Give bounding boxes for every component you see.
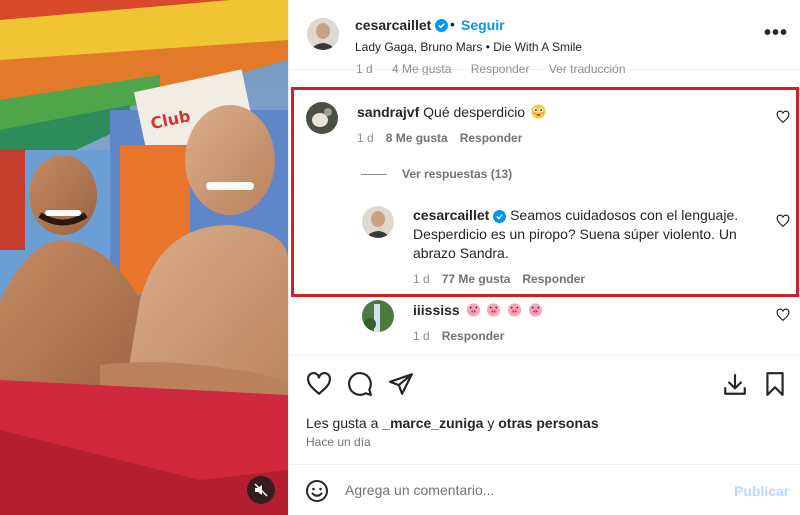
pig-face-emojis bbox=[464, 302, 544, 318]
reply-button[interactable]: Responder bbox=[442, 329, 505, 343]
previous-comment-meta: 1 d 4 Me gusta Responder Ver traducción bbox=[356, 63, 642, 75]
comment-meta-iiississ: 1 d Responder bbox=[413, 329, 504, 343]
avatar-image bbox=[307, 18, 339, 50]
author-avatar[interactable] bbox=[307, 18, 339, 50]
post-photo[interactable]: Club bbox=[0, 0, 288, 515]
more-options-button[interactable]: ••• bbox=[764, 22, 788, 45]
pig-face-emoji-icon bbox=[529, 303, 543, 317]
author-username[interactable]: cesarcaillet bbox=[355, 17, 449, 33]
comment-username[interactable]: iiississ bbox=[413, 302, 460, 318]
prev-comment-likes[interactable]: 4 Me gusta bbox=[392, 63, 451, 75]
highlight-frame bbox=[291, 87, 799, 297]
follow-button[interactable]: Seguir bbox=[461, 17, 505, 33]
like-heart-icon[interactable] bbox=[306, 371, 332, 397]
pig-face-emoji-icon bbox=[487, 303, 501, 317]
song-attribution[interactable]: Lady Gaga, Bruno Mars • Die With A Smile bbox=[355, 40, 582, 54]
mute-button[interactable] bbox=[247, 476, 275, 504]
download-icon[interactable] bbox=[722, 371, 748, 397]
post-actions: Les gusta a _marce_zuniga y otras person… bbox=[289, 355, 800, 467]
likes-joiner: y bbox=[487, 415, 495, 431]
post-image: Club bbox=[0, 0, 288, 515]
author-username-text[interactable]: cesarcaillet bbox=[355, 17, 431, 33]
avatar-image bbox=[362, 300, 394, 332]
prev-comment-reply[interactable]: Responder bbox=[471, 63, 530, 75]
likes-summary: Les gusta a _marce_zuniga y otras person… bbox=[306, 415, 599, 431]
comment-input[interactable] bbox=[345, 477, 715, 503]
comment-composer: Publicar bbox=[289, 464, 800, 515]
comment-avatar-iiississ[interactable] bbox=[362, 300, 394, 332]
likes-user[interactable]: _marce_zuniga bbox=[382, 415, 483, 431]
share-paper-plane-icon[interactable] bbox=[388, 371, 414, 397]
pig-face-emoji-icon bbox=[508, 303, 522, 317]
post-header: cesarcaillet • Seguir Lady Gaga, Bruno M… bbox=[289, 0, 800, 70]
post-timestamp[interactable]: Hace un día bbox=[306, 435, 371, 449]
pig-face-emoji-icon bbox=[466, 303, 480, 317]
publish-button[interactable]: Publicar bbox=[734, 483, 789, 499]
prev-comment-time: 1 d bbox=[356, 63, 373, 75]
verified-badge-icon bbox=[435, 18, 449, 32]
header-separator: • bbox=[450, 16, 455, 32]
save-bookmark-icon[interactable] bbox=[762, 371, 788, 397]
like-comment-heart-icon[interactable] bbox=[776, 308, 790, 322]
comment-bubble-icon[interactable] bbox=[347, 371, 373, 397]
emoji-picker-icon[interactable] bbox=[305, 479, 329, 503]
comment-time: 1 d bbox=[413, 329, 430, 343]
likes-others[interactable]: otras personas bbox=[498, 415, 598, 431]
post-detail-panel: cesarcaillet • Seguir Lady Gaga, Bruno M… bbox=[288, 0, 800, 515]
likes-prefix: Les gusta a bbox=[306, 415, 379, 431]
prev-comment-translation[interactable]: Ver traducción bbox=[549, 63, 626, 75]
comment-iiississ: iiississ bbox=[413, 301, 543, 320]
muted-speaker-icon bbox=[254, 483, 268, 497]
